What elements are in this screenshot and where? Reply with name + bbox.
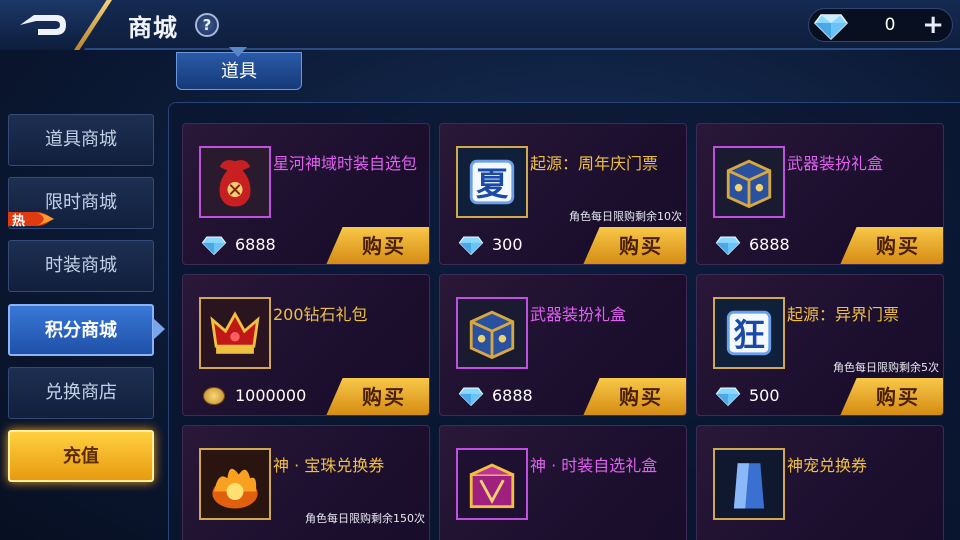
recharge-button[interactable]: 充值 [8, 430, 154, 482]
buy-button[interactable]: 购买 [583, 378, 686, 415]
blue-crystal-icon [713, 448, 785, 520]
back-arrow-icon [20, 15, 66, 35]
diamond-count: 0 [884, 15, 896, 35]
item-price: 6888 [492, 386, 533, 405]
shop-item-card[interactable]: 武器装扮礼盒 6888 购买 [439, 274, 687, 416]
item-name: 神 · 宝珠兑换券 [273, 456, 385, 475]
red-pouch-icon [199, 146, 271, 218]
sidebar-item-daoju-shop[interactable]: 道具商城 [8, 114, 154, 166]
shop-item-card[interactable]: 神 · 时装自选礼盒 [439, 425, 687, 540]
buy-button[interactable]: 购买 [583, 227, 686, 264]
help-icon[interactable]: ? [195, 13, 219, 37]
diamond-icon [814, 14, 848, 41]
purchase-limit: 角色每日限购剩余10次 [569, 210, 682, 223]
diamond-icon [201, 236, 227, 256]
page-title: 商城 [128, 14, 178, 42]
shop-item-card[interactable]: 200钻石礼包 1000000 购买 [182, 274, 430, 416]
coin-icon [203, 387, 225, 405]
buy-button[interactable]: 购买 [840, 378, 943, 415]
buy-button[interactable]: 购买 [326, 378, 429, 415]
item-name: 武器装扮礼盒 [530, 305, 627, 324]
costume-box-icon [456, 448, 528, 520]
tab-daoju[interactable]: 道具 [176, 52, 302, 90]
red-crown-icon [199, 297, 271, 369]
item-price: 500 [749, 386, 780, 405]
item-name: 200钻石礼包 [273, 305, 368, 324]
kuang-ticket-icon: 狂 [713, 297, 785, 369]
purchase-limit: 角色每日限购剩余5次 [833, 361, 939, 374]
buy-button[interactable]: 购买 [326, 227, 429, 264]
shop-item-card[interactable]: 武器装扮礼盒 6888 购买 [696, 123, 944, 265]
diamond-icon [458, 387, 484, 407]
buy-button[interactable]: 购买 [840, 227, 943, 264]
item-name: 神 · 时装自选礼盒 [530, 456, 658, 475]
shop-items-panel: 星河神域时装自选包 6888 购买 夏 起源：周年庆门票 角色每日限购剩余10次… [168, 102, 960, 540]
item-name: 起源：异界门票 [787, 305, 900, 324]
gift-box-icon [456, 297, 528, 369]
top-bar: 商城 ? 0 + [0, 0, 960, 50]
gift-box-icon [713, 146, 785, 218]
sidebar-item-costume-shop[interactable]: 时装商城 [8, 240, 154, 292]
sidebar-item-exchange-store[interactable]: 兑换商店 [8, 367, 154, 419]
shop-item-card[interactable]: 神宠兑换券 [696, 425, 944, 540]
diamond-icon [715, 387, 741, 407]
item-price: 6888 [235, 235, 276, 254]
item-price: 6888 [749, 235, 790, 254]
sidebar-item-points-shop[interactable]: 积分商城 [8, 304, 154, 356]
item-price: 300 [492, 235, 523, 254]
hot-badge-label: 热 [12, 214, 26, 229]
diamond-icon [458, 236, 484, 256]
shop-item-card[interactable]: 狂 起源：异界门票 角色每日限购剩余5次 500 购买 [696, 274, 944, 416]
item-name: 星河神域时装自选包 [273, 154, 418, 173]
item-name: 神宠兑换券 [787, 456, 868, 475]
add-diamond-button[interactable]: + [922, 10, 944, 40]
shop-item-card[interactable]: 星河神域时装自选包 6888 购买 [182, 123, 430, 265]
diamond-balance: 0 + [808, 8, 953, 42]
diamond-icon [715, 236, 741, 256]
fire-orb-icon [199, 448, 271, 520]
item-name: 起源：周年庆门票 [530, 154, 659, 173]
shop-item-card[interactable]: 夏 起源：周年庆门票 角色每日限购剩余10次 300 购买 [439, 123, 687, 265]
xia-ticket-icon: 夏 [456, 146, 528, 218]
item-price: 1000000 [235, 386, 307, 405]
purchase-limit: 角色每日限购剩余150次 [305, 512, 425, 525]
svg-text:夏: 夏 [476, 165, 509, 203]
active-indicator-arrow [153, 318, 165, 340]
item-name: 武器装扮礼盒 [787, 154, 884, 173]
shop-item-card[interactable]: 神 · 宝珠兑换券 角色每日限购剩余150次 [182, 425, 430, 540]
svg-text:狂: 狂 [733, 316, 765, 354]
